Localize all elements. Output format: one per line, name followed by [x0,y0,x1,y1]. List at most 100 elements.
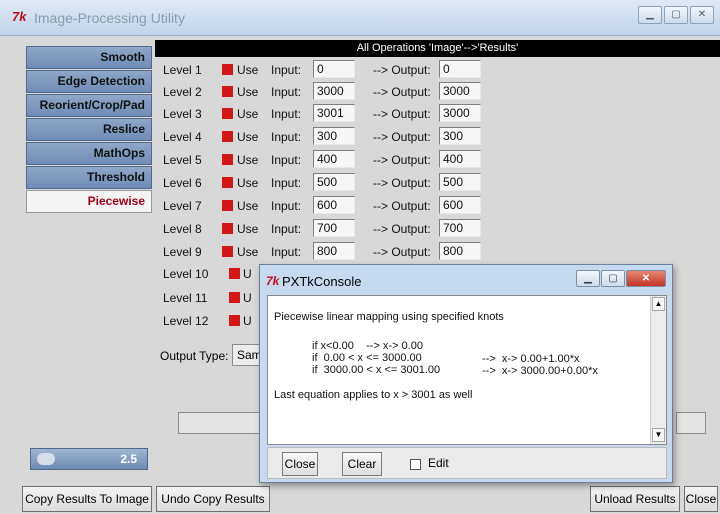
output-field[interactable]: 3000 [439,104,481,122]
use-label: Use [237,176,259,190]
scroll-up-icon[interactable]: ▲ [652,297,665,311]
main-title-bar[interactable]: 7k Image-Processing Utility ▁ ▢ ✕ [0,0,720,36]
minimize-icon[interactable]: ▁ [638,6,662,24]
input-field[interactable]: 3000 [313,82,355,100]
use-label: U [243,267,252,281]
input-field[interactable]: 3001 [313,104,355,122]
use-checkbox[interactable] [222,154,233,165]
level-row: Level 10 U [163,264,263,284]
input-field[interactable]: 700 [313,219,355,237]
use-label: Use [237,245,259,259]
console-output[interactable]: Piecewise linear mapping using specified… [267,295,667,445]
console-title: PXTkConsole [282,274,362,289]
console-close-button[interactable]: Close [282,452,318,476]
input-field[interactable]: 600 [313,196,355,214]
edit-checkbox[interactable] [410,459,421,470]
level-label: Level 2 [163,85,202,99]
zoom-slider-handle[interactable] [37,453,55,465]
use-label: Use [237,199,259,213]
console-line: Last equation applies to x > 3001 as wel… [274,389,473,401]
window-title: Image-Processing Utility [34,10,185,26]
output-label: --> Output: [373,222,431,236]
output-label: --> Output: [373,85,431,99]
output-field[interactable]: 0 [439,60,481,78]
use-checkbox[interactable] [229,268,240,279]
use-label: Use [237,63,259,77]
output-label: --> Output: [373,63,431,77]
tab-threshold[interactable]: Threshold [26,166,152,189]
scroll-down-icon[interactable]: ▼ [652,428,665,442]
unload-results-button[interactable]: Unload Results [590,486,680,512]
hidden-button-left[interactable] [178,412,268,434]
input-field[interactable]: 0 [313,60,355,78]
input-label: Input: [271,153,302,167]
use-label: U [243,314,252,328]
level-label: Level 8 [163,222,202,236]
tab-reorient-crop-pad[interactable]: Reorient/Crop/Pad [26,94,152,117]
copy-results-button[interactable]: Copy Results To Image [22,486,152,512]
minimize-icon[interactable]: ▁ [576,270,600,287]
close-icon[interactable]: ✕ [626,270,666,287]
maximize-icon[interactable]: ▢ [664,6,688,24]
output-field[interactable]: 400 [439,150,481,168]
undo-copy-button[interactable]: Undo Copy Results [156,486,270,512]
level-label: Level 10 [163,267,209,281]
input-label: Input: [271,199,302,213]
panel-header: All Operations 'Image'-->'Results' [155,40,720,57]
use-checkbox[interactable] [229,315,240,326]
level-label: Level 4 [163,130,202,144]
input-field[interactable]: 800 [313,242,355,260]
output-label: --> Output: [373,107,431,121]
zoom-control[interactable]: 2.5 [30,448,148,470]
input-label: Input: [271,85,302,99]
output-field[interactable]: 700 [439,219,481,237]
input-label: Input: [271,130,302,144]
console-line: if x<0.00 --> x-> 0.00 [312,340,423,352]
input-label: Input: [271,222,302,236]
use-checkbox[interactable] [222,108,233,119]
output-field[interactable]: 800 [439,242,481,260]
use-checkbox[interactable] [222,131,233,142]
output-label: --> Output: [373,199,431,213]
tab-smooth[interactable]: Smooth [26,46,152,69]
level-row: Level 4 Use Input: 300 --> Output: 300 [163,127,493,147]
hidden-button-right[interactable] [676,412,706,434]
tab-edge-detection[interactable]: Edge Detection [26,70,152,93]
use-checkbox[interactable] [222,86,233,97]
close-button[interactable]: Close [684,486,718,512]
input-field[interactable]: 500 [313,173,355,191]
input-field[interactable]: 300 [313,127,355,145]
console-clear-button[interactable]: Clear [342,452,382,476]
level-label: Level 6 [163,176,202,190]
output-field[interactable]: 600 [439,196,481,214]
level-label: Level 9 [163,245,202,259]
use-checkbox[interactable] [222,177,233,188]
level-row: Level 3 Use Input: 3001 --> Output: 3000 [163,104,493,124]
output-type-label: Output Type: [160,349,229,363]
console-scrollbar[interactable]: ▲ ▼ [650,296,666,444]
output-field[interactable]: 300 [439,127,481,145]
level-label: Level 3 [163,107,202,121]
use-checkbox[interactable] [222,200,233,211]
maximize-icon[interactable]: ▢ [601,270,625,287]
tab-piecewise[interactable]: Piecewise [26,190,152,213]
use-checkbox[interactable] [222,223,233,234]
use-label: Use [237,85,259,99]
console-line: Piecewise linear mapping using specified… [274,311,504,323]
use-checkbox[interactable] [222,246,233,257]
level-row: Level 1 Use Input: 0 --> Output: 0 [163,60,493,80]
use-checkbox[interactable] [229,292,240,303]
output-field[interactable]: 3000 [439,82,481,100]
level-row: Level 9 Use Input: 800 --> Output: 800 [163,242,493,262]
tab-mathops[interactable]: MathOps [26,142,152,165]
console-footer: Close Clear Edit [267,447,667,479]
tab-reslice[interactable]: Reslice [26,118,152,141]
use-label: Use [237,130,259,144]
use-checkbox[interactable] [222,64,233,75]
output-field[interactable]: 500 [439,173,481,191]
level-row: Level 2 Use Input: 3000 --> Output: 3000 [163,82,493,102]
edit-checkbox-label: Edit [428,456,449,470]
input-field[interactable]: 400 [313,150,355,168]
close-icon[interactable]: ✕ [690,6,714,24]
level-label: Level 11 [163,291,208,305]
